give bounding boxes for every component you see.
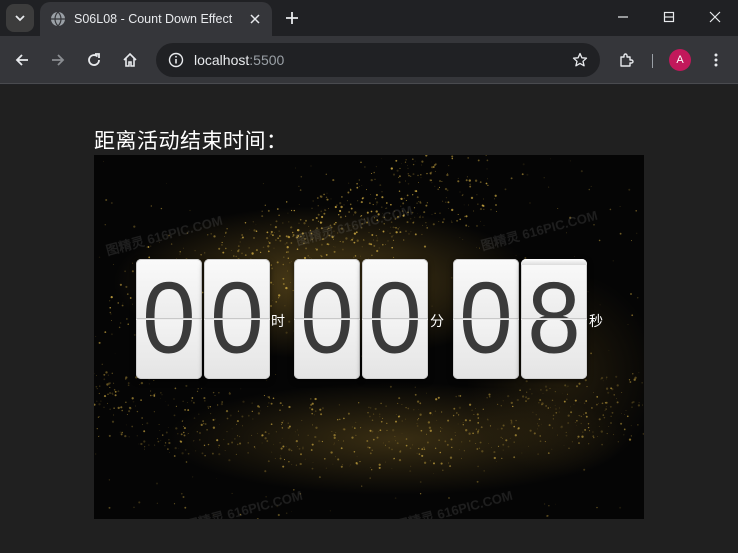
profile-avatar[interactable]: A xyxy=(669,49,691,71)
arrow-left-icon xyxy=(15,54,28,66)
home-button[interactable] xyxy=(116,46,144,74)
extensions-button[interactable] xyxy=(612,46,640,74)
forward-button[interactable] xyxy=(44,46,72,74)
minutes-unit-label: 分 xyxy=(430,314,444,330)
page-viewport: 距离活动结束时间： 图精灵 616PIC.COM 图精灵 616PIC.COM … xyxy=(0,85,738,553)
new-tab-button[interactable] xyxy=(280,6,304,30)
home-icon xyxy=(123,52,137,67)
tab-search-button[interactable] xyxy=(6,4,34,32)
tab-close-button[interactable] xyxy=(246,10,264,28)
puzzle-icon xyxy=(620,53,634,67)
menu-button[interactable] xyxy=(702,46,730,74)
site-info-icon[interactable] xyxy=(166,50,186,70)
reload-icon xyxy=(88,53,100,66)
tab-active[interactable]: S06L08 - Count Down Effect xyxy=(40,2,272,36)
browser-toolbar: localhost:5500 A xyxy=(0,36,738,84)
back-button[interactable] xyxy=(8,46,36,74)
countdown-heading: 距离活动结束时间： xyxy=(94,129,288,153)
seconds-tens-card: 0 xyxy=(453,259,519,379)
minutes-tens-card: 0 xyxy=(294,259,360,379)
hours-unit-label: 时 xyxy=(271,314,285,330)
seconds-unit-label: 秒 xyxy=(589,314,603,330)
toolbar-divider xyxy=(652,54,653,68)
close-icon xyxy=(709,11,721,23)
tab-title: S06L08 - Count Down Effect xyxy=(74,12,233,26)
minimize-button-2[interactable] xyxy=(600,0,646,34)
minimize-icon xyxy=(618,16,628,18)
maximize-button[interactable] xyxy=(646,0,692,34)
reload-button[interactable] xyxy=(80,46,108,74)
seconds-ones-card: 8 xyxy=(521,259,587,379)
maximize-icon xyxy=(663,11,675,23)
bookmark-star-icon[interactable] xyxy=(570,50,590,70)
hours-ones-card: 0 xyxy=(204,259,270,379)
close-icon xyxy=(250,14,260,24)
arrow-right-icon xyxy=(52,54,65,66)
address-bar[interactable]: localhost:5500 xyxy=(156,43,600,77)
plus-icon xyxy=(286,12,298,24)
url-host: localhost xyxy=(194,52,250,68)
url-text[interactable]: localhost:5500 xyxy=(194,52,570,68)
chevron-down-icon xyxy=(15,15,25,22)
hours-tens-card: 0 xyxy=(136,259,202,379)
more-vert-icon xyxy=(714,53,718,67)
countdown-stage: 图精灵 616PIC.COM 图精灵 616PIC.COM 图精灵 616PIC… xyxy=(94,155,644,519)
close-window-button[interactable] xyxy=(692,0,738,34)
minutes-ones-card: 0 xyxy=(362,259,428,379)
url-port: :5500 xyxy=(249,52,285,68)
globe-icon xyxy=(51,11,65,27)
